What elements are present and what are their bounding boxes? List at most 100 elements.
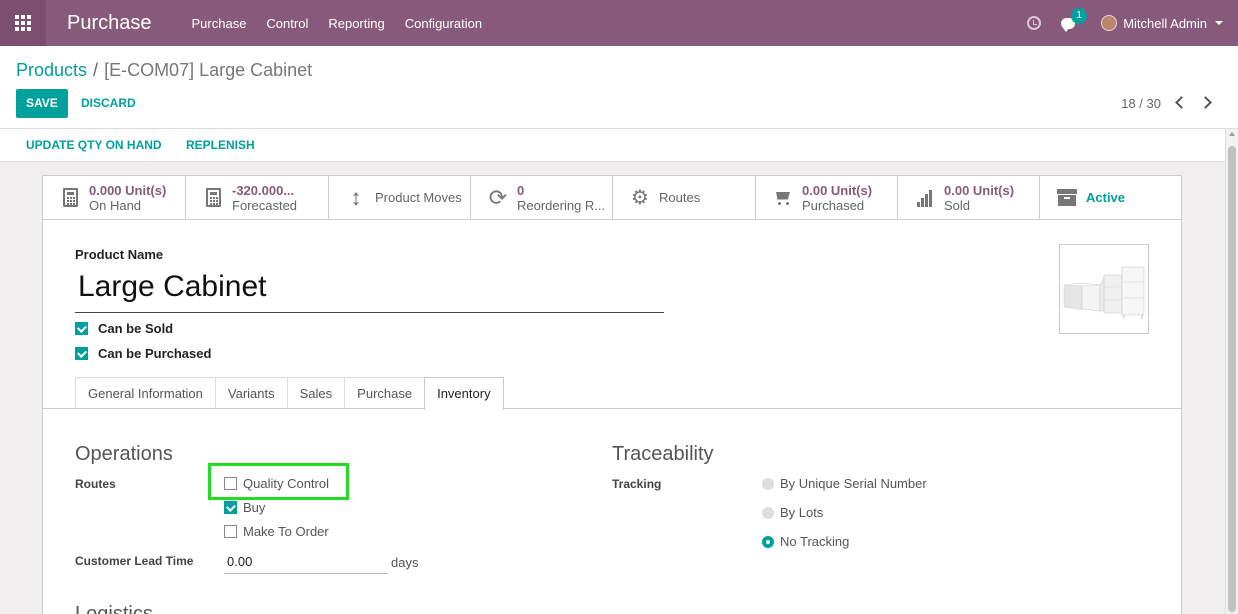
operations-title: Operations <box>75 443 173 465</box>
calculator-icon <box>205 188 221 207</box>
lead-time-unit: days <box>391 555 419 570</box>
save-button[interactable]: SAVE <box>16 89 68 118</box>
activity-clock-icon[interactable] <box>1027 16 1042 30</box>
forecasted-label: Forecasted <box>232 197 298 213</box>
smart-button-purchased[interactable]: 0.00 Unit(s) Purchased <box>756 176 898 219</box>
can-be-purchased-row: Can be Purchased <box>75 346 211 361</box>
tab-inventory[interactable]: Inventory <box>424 377 504 410</box>
chat-count-badge: 1 <box>1071 7 1088 24</box>
make-to-order-label: Make To Order <box>243 524 329 539</box>
buy-checkbox[interactable] <box>224 501 237 514</box>
product-moves-label: Product Moves <box>375 190 462 205</box>
pager-previous-icon[interactable] <box>1175 96 1188 109</box>
calculator-icon <box>62 188 78 207</box>
route-quality-control: Quality Control <box>224 476 329 491</box>
customer-lead-time-label: Customer Lead Time <box>75 554 194 568</box>
make-to-order-checkbox[interactable] <box>224 525 237 538</box>
route-buy: Buy <box>224 500 265 515</box>
caret-down-icon[interactable] <box>1215 21 1223 25</box>
archive-icon <box>1057 189 1077 206</box>
product-image[interactable] <box>1059 244 1149 334</box>
menu-reporting[interactable]: Reporting <box>328 16 384 31</box>
user-menu[interactable]: Mitchell Admin <box>1123 16 1207 31</box>
smart-button-routes[interactable]: ⚙ Routes <box>613 176 756 219</box>
tab-purchase[interactable]: Purchase <box>344 377 426 409</box>
breadcrumb-separator: / <box>93 60 99 80</box>
scrollbar-thumb[interactable] <box>1228 146 1236 612</box>
active-label: Active <box>1086 190 1126 205</box>
can-be-sold-row: Can be Sold <box>75 321 173 336</box>
lots-radio[interactable] <box>762 506 774 519</box>
sold-value: 0.00 Unit(s) <box>944 182 1015 198</box>
menu-control[interactable]: Control <box>266 16 308 31</box>
breadcrumb-products-link[interactable]: Products <box>16 60 87 80</box>
top-navbar: Purchase Purchase Control Reporting Conf… <box>0 0 1238 46</box>
customer-lead-time-input[interactable]: 0.00 <box>224 552 388 574</box>
menu-configuration[interactable]: Configuration <box>405 16 482 31</box>
smart-button-product-moves[interactable]: ↕ Product Moves <box>329 176 471 219</box>
vertical-scrollbar[interactable] <box>1225 129 1238 614</box>
route-make-to-order: Make To Order <box>224 524 329 539</box>
can-be-purchased-label: Can be Purchased <box>98 346 212 361</box>
can-be-sold-label: Can be Sold <box>98 321 174 336</box>
shopping-cart-icon <box>773 190 793 206</box>
reordering-value: 0 <box>517 182 525 198</box>
pager-next-icon[interactable] <box>1199 96 1212 109</box>
smart-button-active-toggle[interactable]: Active <box>1040 176 1181 219</box>
smart-button-forecasted[interactable]: -320.000... Forecasted <box>186 176 329 219</box>
arrows-vertical-icon: ↕ <box>350 184 362 210</box>
quality-control-checkbox[interactable] <box>224 477 237 490</box>
product-name-label: Product Name <box>75 247 164 262</box>
tracking-serial-option[interactable]: By Unique Serial Number <box>762 476 927 491</box>
no-tracking-radio[interactable] <box>762 535 774 548</box>
tab-general-information[interactable]: General Information <box>75 377 216 409</box>
tabs-divider <box>43 408 1181 409</box>
breadcrumb-current: [E-COM07] Large Cabinet <box>104 60 313 80</box>
app-brand[interactable]: Purchase <box>67 12 152 35</box>
breadcrumb: Products / [E-COM07] Large Cabinet <box>16 60 312 81</box>
can-be-purchased-checkbox[interactable] <box>75 347 88 360</box>
reordering-label: Reordering R... <box>517 197 606 213</box>
smart-button-on-hand[interactable]: 0.000 Unit(s) On Hand <box>43 176 186 219</box>
messaging-button[interactable]: 1 <box>1061 7 1088 32</box>
user-avatar[interactable] <box>1101 15 1118 31</box>
form-statusbar: UPDATE QTY ON HAND REPLENISH <box>0 129 1225 162</box>
apps-menu-button[interactable] <box>0 0 46 46</box>
logistics-title: Logistics <box>75 603 153 614</box>
smart-button-box: 0.000 Unit(s) On Hand -320.000... Forecast… <box>43 176 1181 220</box>
update-qty-button[interactable]: UPDATE QTY ON HAND <box>26 138 162 152</box>
no-tracking-label: No Tracking <box>780 534 850 549</box>
menu-purchase[interactable]: Purchase <box>192 16 247 31</box>
gears-icon: ⚙ <box>631 186 649 209</box>
tracking-none-option[interactable]: No Tracking <box>762 534 849 549</box>
serial-radio[interactable] <box>762 477 774 490</box>
tab-sales[interactable]: Sales <box>286 377 346 409</box>
scroll-up-arrow-icon[interactable] <box>1229 132 1235 136</box>
control-panel: Products / [E-COM07] Large Cabinet SAVE DI… <box>0 46 1238 129</box>
lots-label: By Lots <box>780 505 824 520</box>
tracking-lots-option[interactable]: By Lots <box>762 505 823 520</box>
traceability-title: Traceability <box>612 443 714 465</box>
can-be-sold-checkbox[interactable] <box>75 322 88 335</box>
tracking-label: Tracking <box>612 477 662 491</box>
discard-button[interactable]: DISCARD <box>81 89 136 118</box>
purchased-value: 0.00 Unit(s) <box>802 182 873 198</box>
replenish-button[interactable]: REPLENISH <box>186 138 255 152</box>
smart-button-sold[interactable]: 0.00 Unit(s) Sold <box>898 176 1040 219</box>
tab-variants[interactable]: Variants <box>214 377 288 409</box>
smart-button-reordering-rules[interactable]: ⟳ 0 Reordering R... <box>471 176 613 219</box>
refresh-icon: ⟳ <box>488 184 508 210</box>
forecasted-value: -320.000... <box>232 182 295 198</box>
pager-value[interactable]: 18 / 30 <box>1121 96 1161 111</box>
signal-icon <box>917 189 933 207</box>
serial-label: By Unique Serial Number <box>780 476 927 491</box>
on-hand-label: On Hand <box>89 197 142 213</box>
routes-label: Routes <box>659 190 701 205</box>
routes-label: Routes <box>75 477 116 491</box>
buy-label: Buy <box>243 500 266 515</box>
product-name-field[interactable]: Large Cabinet <box>75 267 664 313</box>
notebook-tabs: General Information Variants Sales Purch… <box>75 377 504 410</box>
purchased-label: Purchased <box>802 197 865 213</box>
on-hand-value: 0.000 Unit(s) <box>89 182 167 198</box>
grid-icon <box>15 15 31 31</box>
